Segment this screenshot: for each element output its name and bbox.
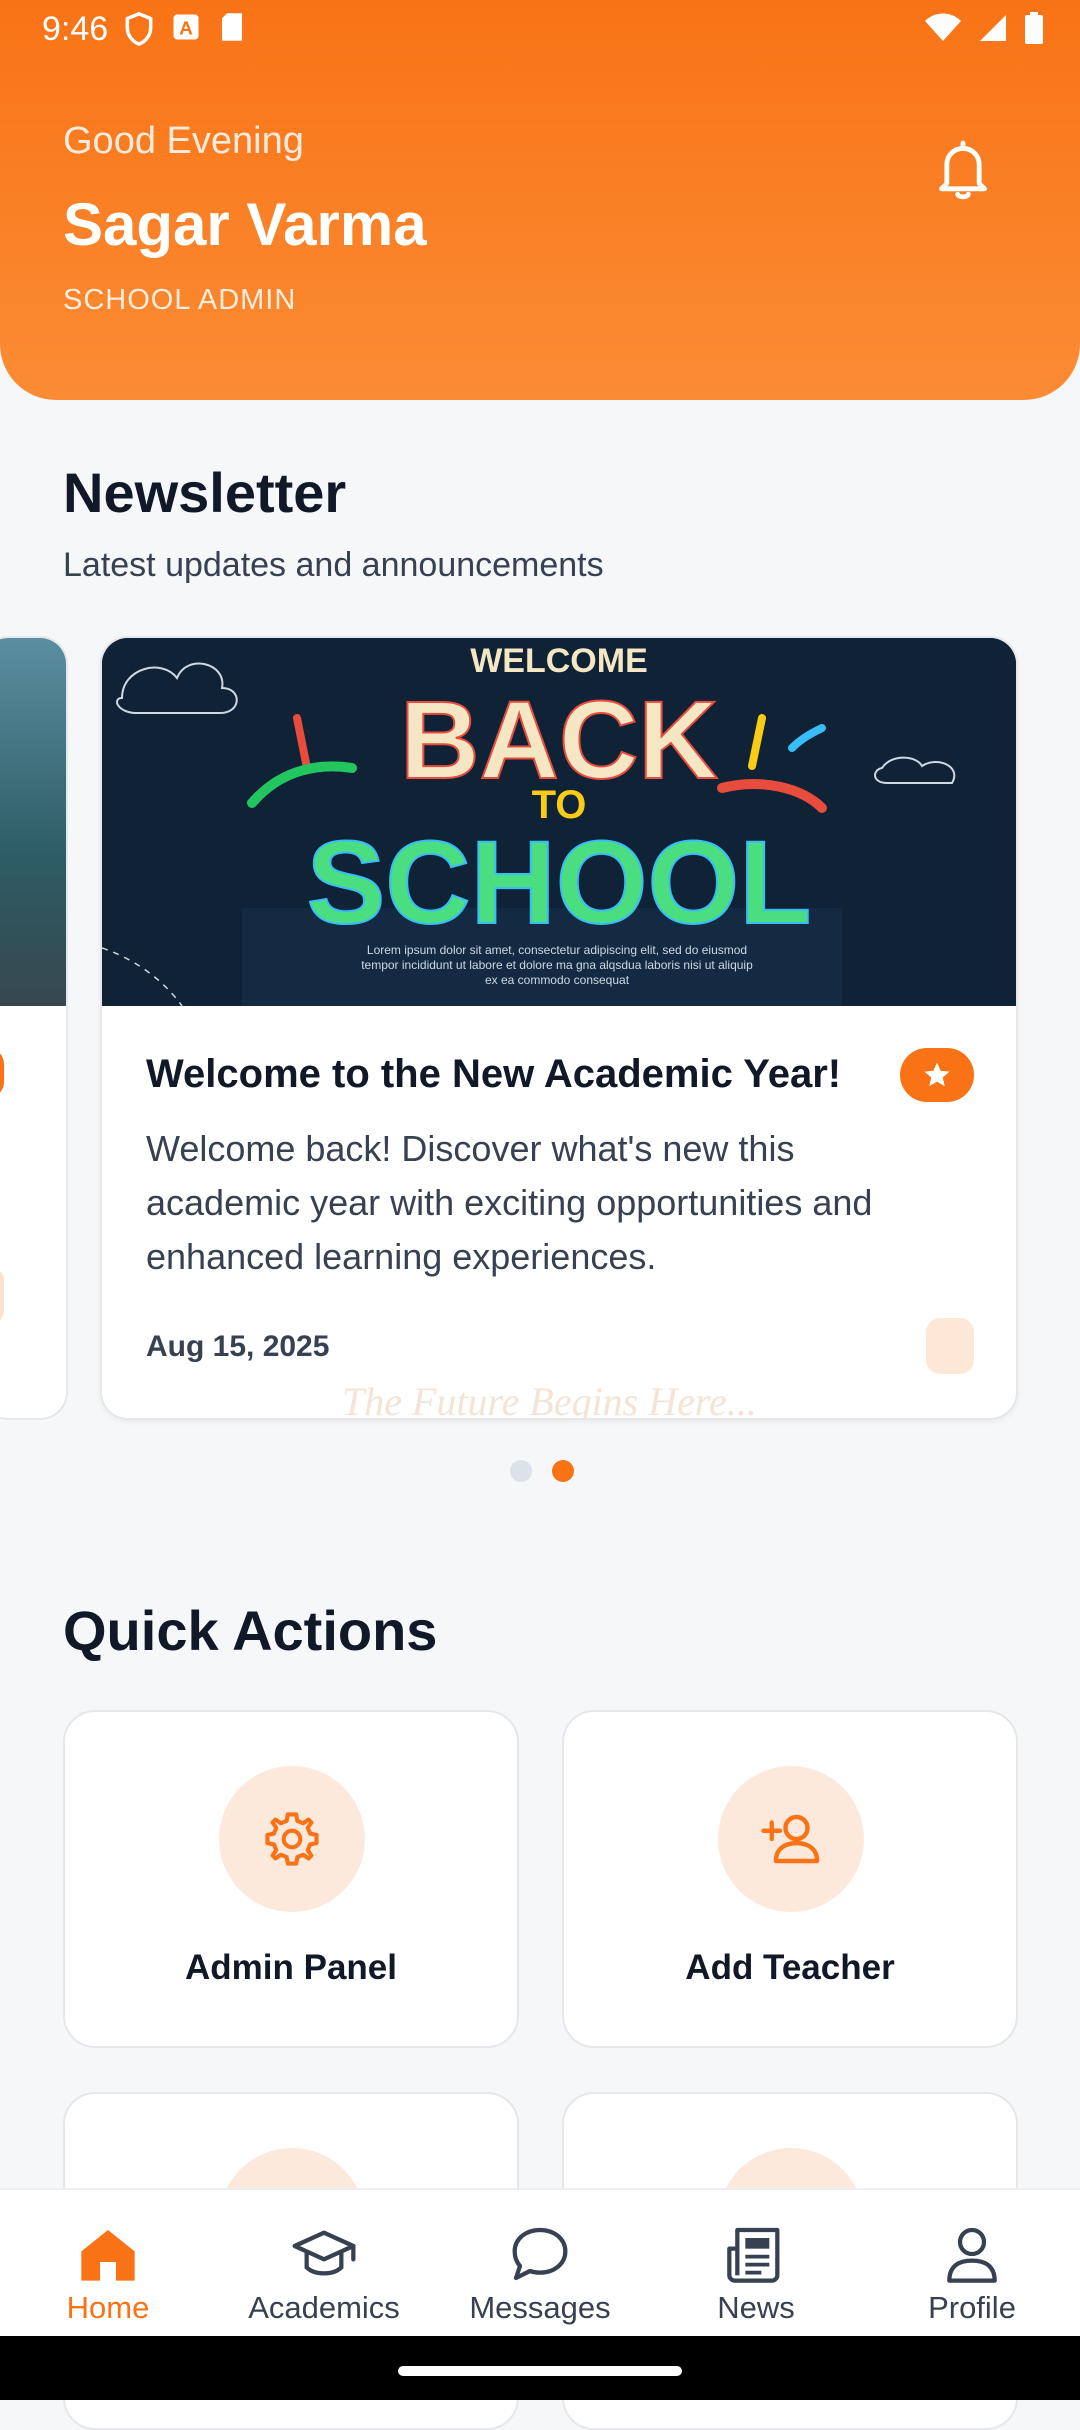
nav-profile-label: Profile bbox=[928, 2290, 1016, 2325]
status-time: 9:46 bbox=[42, 10, 109, 48]
nav-home-label: Home bbox=[66, 2290, 150, 2325]
quick-actions-title: Quick Actions bbox=[63, 1599, 438, 1662]
newsletter-title: Newsletter bbox=[63, 461, 347, 524]
battery-icon bbox=[1025, 12, 1043, 44]
status-bar: 9:46 A bbox=[0, 0, 1080, 64]
admin-panel-button[interactable]: Admin Panel bbox=[63, 1710, 519, 2048]
image-caption: Lorem ipsum dolor sit amet, consectetur … bbox=[361, 943, 753, 987]
newsletter-card-chip[interactable] bbox=[926, 1318, 974, 1374]
nav-news-label: News bbox=[717, 2290, 795, 2325]
chip bbox=[0, 1268, 4, 1323]
newsletter-card-description: Welcome back! Discover what's new this a… bbox=[146, 1128, 873, 1277]
nav-academics[interactable]: Academics bbox=[216, 2190, 432, 2338]
newsletter-card-previous[interactable] bbox=[0, 636, 68, 1420]
user-role: SCHOOL ADMIN bbox=[63, 284, 297, 316]
nav-news[interactable]: News bbox=[648, 2190, 864, 2338]
user-name: Sagar Varma bbox=[63, 191, 427, 258]
add-teacher-button[interactable]: Add Teacher bbox=[562, 1710, 1018, 2048]
add-teacher-icon-circle bbox=[718, 1766, 864, 1912]
nav-academics-label: Academics bbox=[248, 2290, 400, 2325]
shield-icon bbox=[125, 12, 153, 46]
add-teacher-label: Add Teacher bbox=[685, 1948, 895, 1987]
add-user-icon bbox=[761, 1814, 820, 1864]
nav-messages-label: Messages bbox=[469, 2290, 611, 2325]
newspaper-icon bbox=[727, 2227, 780, 2283]
newsletter-card[interactable]: WELCOME BACK TO SCHOOL Lorem ipsum dolor… bbox=[100, 636, 1018, 1420]
sd-card-icon bbox=[222, 13, 242, 41]
newsletter-card-date: Aug 15, 2025 bbox=[146, 1330, 330, 1363]
chat-icon bbox=[512, 2227, 568, 2281]
header: 9:46 A Good Evening Sagar Varma SCHOOL A… bbox=[0, 0, 1080, 400]
newsletter-card-image: WELCOME BACK TO SCHOOL Lorem ipsum dolor… bbox=[102, 638, 1016, 1006]
wifi-icon bbox=[925, 13, 961, 41]
newsletter-card-title: Welcome to the New Academic Year! bbox=[146, 1052, 842, 1096]
gesture-handle[interactable] bbox=[398, 2366, 682, 2376]
star-icon bbox=[924, 1062, 950, 1087]
nav-profile[interactable]: Profile bbox=[864, 2190, 1080, 2338]
image-heading-top: WELCOME bbox=[470, 642, 648, 680]
featured-badge bbox=[900, 1048, 974, 1102]
carousel-pagination bbox=[510, 1460, 574, 1482]
font-a-icon: A bbox=[173, 14, 199, 40]
svg-text:A: A bbox=[179, 18, 193, 39]
greeting: Good Evening bbox=[63, 120, 304, 162]
notification-bell-icon[interactable] bbox=[930, 135, 996, 205]
pagination-dot-active[interactable] bbox=[552, 1460, 574, 1482]
system-gesture-area bbox=[0, 2336, 1080, 2400]
badge bbox=[0, 1048, 4, 1098]
newsletter-subtitle: Latest updates and announcements bbox=[63, 546, 604, 584]
admin-panel-label: Admin Panel bbox=[185, 1948, 397, 1987]
admin-panel-icon-circle bbox=[219, 1766, 365, 1912]
nav-home[interactable]: Home bbox=[0, 2190, 216, 2338]
image-heading-bottom: SCHOOL bbox=[307, 817, 812, 949]
gear-icon bbox=[265, 1812, 319, 1866]
signal-icon bbox=[980, 15, 1006, 41]
pagination-dot[interactable] bbox=[510, 1460, 532, 1482]
status-left-icons: A bbox=[125, 12, 245, 46]
nav-messages[interactable]: Messages bbox=[432, 2190, 648, 2338]
status-right-icons bbox=[924, 12, 1044, 44]
graduation-cap-icon bbox=[292, 2230, 356, 2276]
forest-image bbox=[0, 638, 66, 1006]
bottom-navigation: Home Academics Messages News Profile bbox=[0, 2188, 1080, 2338]
user-icon bbox=[947, 2227, 997, 2283]
home-icon bbox=[81, 2230, 135, 2281]
watermark-text: The Future Begins Here... bbox=[342, 1379, 757, 1420]
back-to-school-artwork: WELCOME BACK TO SCHOOL Lorem ipsum dolor… bbox=[102, 638, 1016, 1006]
